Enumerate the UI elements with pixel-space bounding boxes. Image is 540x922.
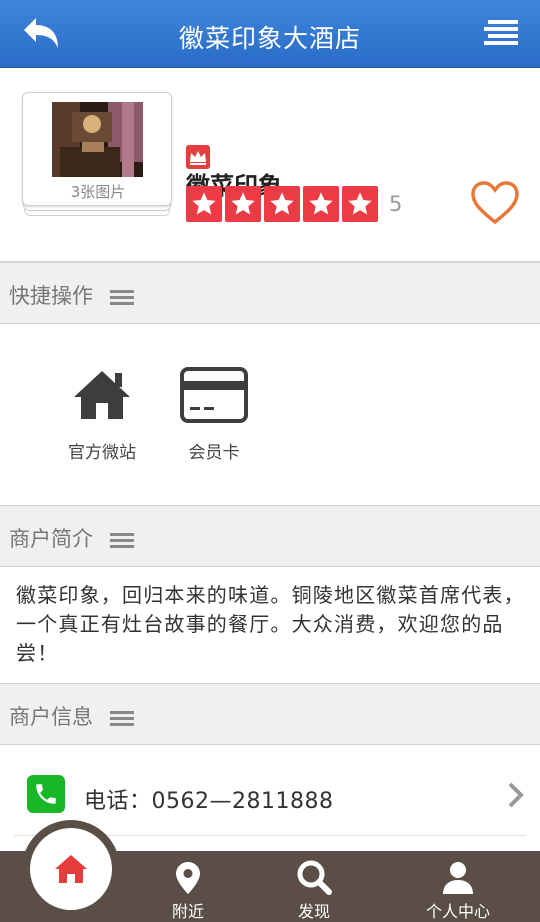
user-icon (443, 862, 473, 894)
phone-icon (27, 775, 65, 813)
star-icon (186, 186, 222, 222)
section-title: 快捷操作 (9, 284, 93, 308)
section-title: 商户简介 (9, 527, 93, 551)
section-title: 商户信息 (9, 705, 93, 729)
action-label: 会员卡 (188, 443, 240, 463)
top-bar: 徽菜印象大酒店 (0, 0, 540, 68)
card-icon (180, 367, 248, 423)
store-photo (52, 102, 143, 177)
home-icon (74, 371, 130, 419)
home-tab-button[interactable] (30, 828, 112, 910)
member-card-action[interactable]: 会员卡 (164, 360, 264, 463)
tab-discover[interactable]: 发现 (264, 851, 364, 922)
list-lines-icon (110, 711, 134, 726)
quick-actions: 官方微站 会员卡 (0, 324, 540, 504)
tab-label: 发现 (297, 902, 330, 921)
home-icon (55, 855, 87, 883)
store-summary: 3张图片 徽菜印象 5 (0, 68, 540, 262)
photo-stack-front: 3张图片 (22, 92, 172, 206)
intro-section: 徽菜印象，回归本来的味道。铜陵地区徽菜首席代表，一个真正有灶台故事的餐厅。大众消… (0, 567, 540, 683)
list-lines-icon (110, 533, 134, 548)
chevron-right-icon (508, 782, 524, 808)
info-header: 商户信息 (0, 683, 540, 745)
photo-gallery[interactable]: 3张图片 (22, 92, 172, 216)
quick-actions-header: 快捷操作 (0, 262, 540, 324)
store-detail-page: 徽菜印象大酒店 3张图片 5 快捷操作 官方微站 会员卡 商户简介 徽菜印象，回… (0, 0, 540, 922)
rating-value: 5 (389, 192, 403, 216)
location-pin-icon (176, 862, 200, 894)
star-icon (342, 186, 378, 222)
star-rating (186, 186, 378, 222)
intro-text: 徽菜印象，回归本来的味道。铜陵地区徽菜首席代表，一个真正有灶台故事的餐厅。大众消… (16, 583, 525, 665)
tab-nearby[interactable]: 附近 (138, 851, 238, 922)
search-icon (297, 860, 332, 895)
page-title: 徽菜印象大酒店 (178, 24, 361, 53)
tab-label: 附近 (171, 902, 204, 921)
tab-label: 个人中心 (425, 902, 490, 921)
star-icon (225, 186, 261, 222)
list-lines-icon (110, 290, 134, 305)
crown-badge-icon (186, 145, 210, 169)
star-icon (303, 186, 339, 222)
tab-profile[interactable]: 个人中心 (408, 851, 508, 922)
star-icon (264, 186, 300, 222)
heart-icon[interactable] (470, 180, 520, 226)
intro-header: 商户简介 (0, 505, 540, 567)
photo-count: 3张图片 (70, 183, 126, 201)
official-site-action[interactable]: 官方微站 (52, 360, 152, 463)
phone-row[interactable]: 电话：0562—2811888 (14, 745, 526, 836)
phone-number: 电话：0562—2811888 (84, 789, 334, 814)
action-label: 官方微站 (68, 443, 136, 463)
menu-icon[interactable] (484, 18, 518, 48)
